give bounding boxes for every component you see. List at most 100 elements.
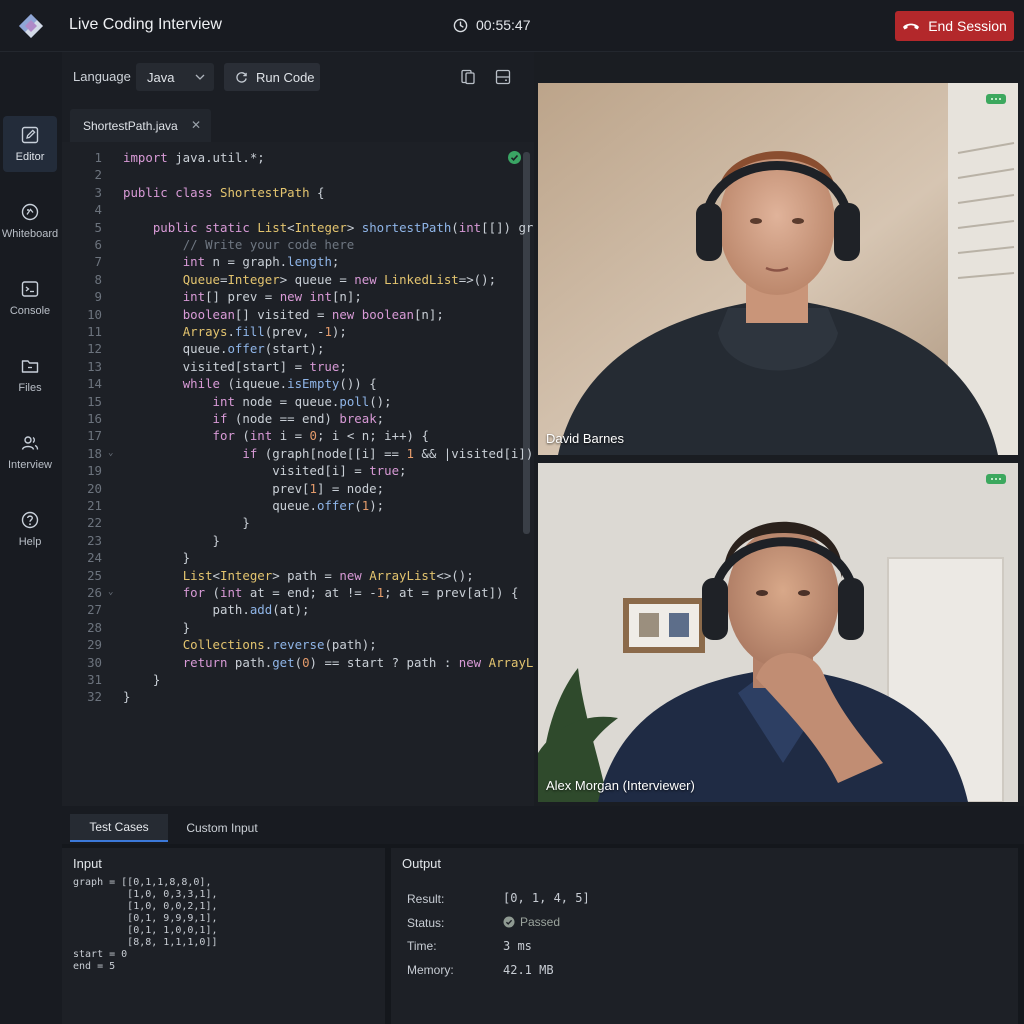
code-line: 20 prev[1] = node; [62, 480, 534, 497]
participant-name: Alex Morgan (Interviewer) [546, 778, 695, 793]
sidebar-item-label: Editor [15, 151, 45, 163]
sidebar-item-whiteboard[interactable]: Whiteboard [1, 193, 59, 249]
sidebar-item-label: Interview [7, 459, 53, 471]
more-options-icon[interactable] [986, 474, 1006, 484]
code-text: visited[i] = true; [123, 463, 407, 479]
code-text: for (int at = end; at != -1; at = prev[a… [182, 585, 519, 600]
code-text: if (node == end) break; [212, 411, 385, 426]
users-icon [21, 436, 39, 450]
end-session-button[interactable]: End Session [895, 11, 1014, 41]
sidebar-item-label: Files [18, 382, 42, 394]
code-line: 25 List<Integer> path = new ArrayList<>(… [62, 567, 534, 584]
line-number: 11 [87, 324, 102, 339]
code-line: 4 [62, 201, 534, 218]
code-line: 31 } [62, 671, 534, 688]
sidebar-item-files[interactable]: Files [3, 347, 57, 403]
end-session-label: End Session [928, 18, 1007, 34]
session-timer: 00:55:47 [453, 17, 531, 33]
code-line: 13 visited[start] = true; [62, 358, 534, 375]
code-line: 3 public class ShortestPath { [62, 184, 534, 201]
line-number: 30 [87, 654, 102, 670]
line-number: 21 [87, 498, 102, 513]
line-number: 10 [87, 306, 102, 322]
code-line: 28 } [62, 619, 534, 636]
sidebar-item-console[interactable]: Console [3, 270, 57, 326]
input-title: Input [73, 856, 102, 871]
code-line: 2 [62, 166, 534, 183]
language-select[interactable]: Java [136, 63, 214, 91]
fold-chevron-icon[interactable]: ⌄ [108, 445, 113, 462]
memory-value: 42.1 MB [503, 963, 554, 977]
run-icon [236, 71, 247, 83]
line-number: 28 [87, 619, 102, 635]
code-text: public class ShortestPath { [123, 184, 325, 200]
code-text: queue.offer(start); [123, 341, 325, 357]
tab-custom-input[interactable]: Custom Input [174, 814, 270, 842]
code-text: } [123, 550, 191, 566]
code-line: 30 return path.get(0) == start ? path : … [62, 654, 534, 671]
code-text: } [123, 619, 191, 635]
time-value: 3 ms [503, 939, 532, 953]
fold-chevron-icon[interactable]: ⌄ [108, 584, 113, 601]
video-tile-candidate: David Barnes [538, 83, 1018, 455]
sidebar-item-label: Console [9, 305, 51, 317]
result-value: [0, 1, 4, 5] [503, 891, 590, 905]
code-text: int node = queue.poll(); [212, 393, 392, 409]
sidebar-item-label: Whiteboard [1, 228, 59, 240]
code-line: 7 int n = graph.length; [62, 253, 534, 270]
app-title: Live Coding Interview [69, 16, 222, 33]
line-number: 8 [94, 271, 102, 287]
output-panel: Output Result: [0, 1, 4, 5] Status: Pass… [391, 848, 1018, 1024]
line-number: 16 [87, 411, 102, 426]
line-number: 9 [94, 289, 102, 305]
more-options-icon[interactable] [986, 94, 1006, 104]
file-tab[interactable]: ShortestPath.java ✕ [70, 109, 211, 142]
line-number: 2 [94, 167, 102, 183]
line-number: 29 [87, 637, 102, 653]
code-text: prev[1] = node; [123, 480, 385, 496]
code-line: 11 Arrays.fill(prev, -1); [62, 323, 534, 340]
line-number: 18 [87, 445, 102, 461]
sidebar-item-help[interactable]: Help [3, 501, 57, 557]
interviewer-video-feed [538, 463, 1018, 802]
code-text: Arrays.fill(prev, -1); [182, 324, 347, 339]
input-text: graph = [[0,1,1,8,8,0], [1,0, 0,3,3,1], … [73, 877, 218, 972]
line-number: 24 [87, 550, 102, 566]
edit-icon [21, 126, 39, 144]
copy-icon[interactable] [459, 68, 477, 86]
code-editor[interactable]: 1 import java.util.*; 2 3 public class Short… [62, 142, 534, 806]
app-logo-icon [19, 14, 43, 38]
palette-icon [21, 203, 39, 221]
line-number: 31 [87, 672, 102, 687]
file-tab-label: ShortestPath.java [83, 118, 178, 133]
language-label: Language [73, 69, 131, 84]
layout-icon[interactable] [494, 68, 512, 86]
run-code-button[interactable]: Run Code [224, 63, 320, 91]
side-nav: Editor Whiteboard Console Files Intervie… [0, 52, 62, 1024]
line-number: 12 [87, 341, 102, 357]
bottom-tabs: Test Cases Custom Input [62, 806, 1024, 844]
video-tile-interviewer: Alex Morgan (Interviewer) [538, 463, 1018, 802]
line-number: 15 [87, 393, 102, 409]
tab-test-cases[interactable]: Test Cases [70, 814, 168, 842]
code-text: if (graph[node[[i] == 1 && |visited[i]) … [242, 445, 534, 461]
input-panel: Input graph = [[0,1,1,8,8,0], [1,0, 0,3,… [62, 848, 385, 1024]
folder-icon [21, 360, 39, 373]
sidebar-item-editor[interactable]: Editor [3, 116, 57, 172]
line-number: 17 [87, 428, 102, 444]
code-text: boolean[] visited = new boolean[n]; [182, 306, 444, 322]
result-label: Result: [407, 892, 445, 906]
code-text: } [123, 515, 250, 531]
sidebar-item-interview[interactable]: Interview [3, 424, 57, 480]
code-text: return path.get(0) == start ? path : new… [182, 654, 534, 670]
code-line: 21 queue.offer(1); [62, 497, 534, 514]
code-line: 16 if (node == end) break; [62, 410, 534, 427]
code-line: 15 int node = queue.poll(); [62, 393, 534, 410]
file-tab-bar: ShortestPath.java ✕ [62, 102, 534, 142]
help-icon [21, 511, 39, 529]
timer-value: 00:55:47 [476, 17, 531, 33]
code-line: 6 // Write your code here [62, 236, 534, 253]
close-icon[interactable]: ✕ [191, 118, 201, 132]
code-text: Collections.reverse(path); [182, 637, 377, 653]
code-line: 26 ⌄ for (int at = end; at != -1; at = pr… [62, 584, 534, 601]
